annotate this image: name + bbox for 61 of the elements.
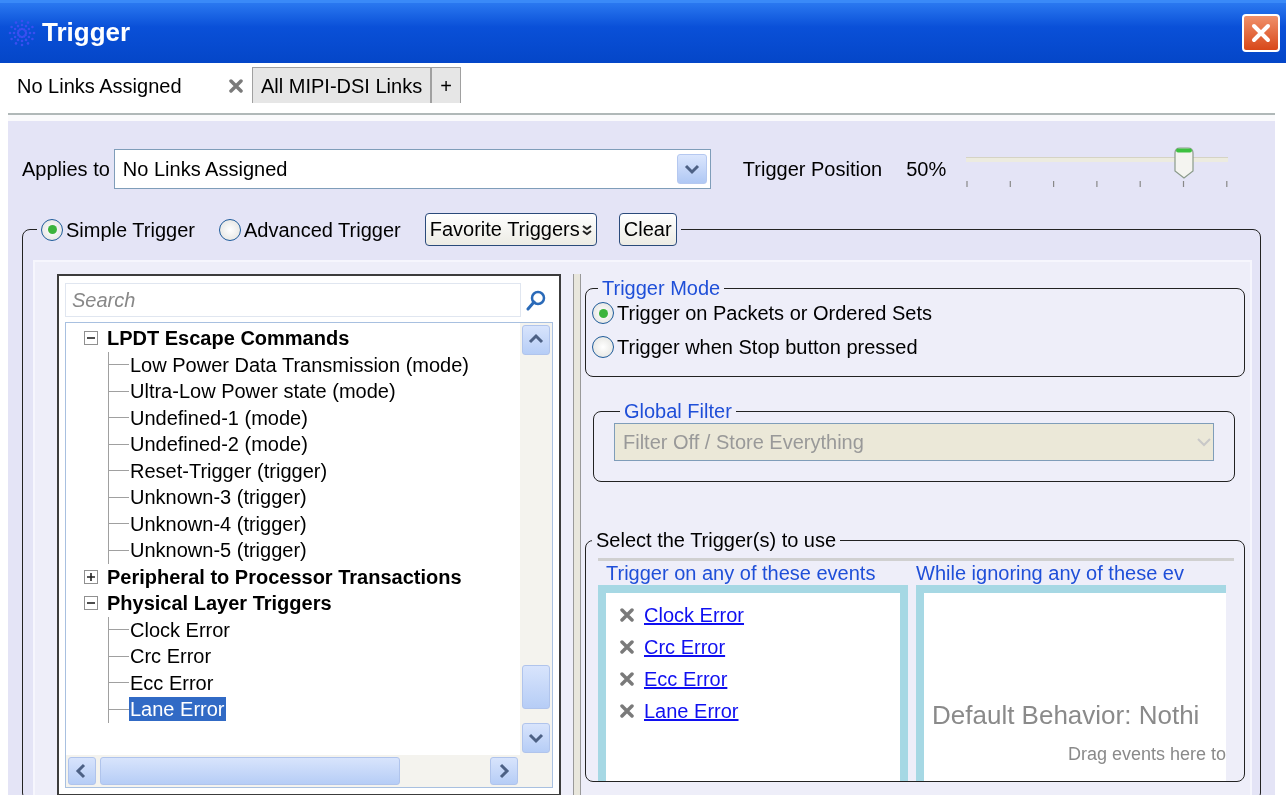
drag-hint: Drag events here to bbox=[1066, 742, 1226, 766]
tree-group[interactable]: Physical Layer Triggers bbox=[107, 590, 332, 617]
tree-group[interactable]: LPDT Escape Commands bbox=[107, 325, 350, 352]
window-title: Trigger bbox=[42, 16, 131, 50]
tree-item[interactable]: Crc Error bbox=[129, 644, 213, 669]
tree-item[interactable]: Low Power Data Transmission (mode) bbox=[129, 352, 470, 377]
default-behavior-message: Default Behavior: Nothi bbox=[932, 699, 1201, 732]
remove-icon[interactable] bbox=[620, 704, 634, 718]
group-title: Trigger Mode bbox=[601, 276, 722, 300]
tree-item[interactable]: Clock Error bbox=[129, 617, 231, 642]
panel-splitter[interactable] bbox=[573, 274, 581, 795]
collapse-icon[interactable] bbox=[84, 596, 98, 611]
close-button[interactable] bbox=[1242, 14, 1280, 52]
tree-item[interactable]: Undefined-1 (mode) bbox=[129, 405, 309, 430]
event-link[interactable]: Ecc Error bbox=[644, 666, 728, 692]
column-header: Trigger on any of these events bbox=[605, 561, 877, 585]
applies-to-dropdown[interactable]: No Links Assigned bbox=[113, 149, 711, 189]
trigger-mode-radio[interactable]: Trigger on Packets or Ordered Sets bbox=[592, 300, 1244, 326]
event-link[interactable]: Lane Error bbox=[644, 698, 739, 724]
tree-item[interactable]: Unknown-3 (trigger) bbox=[129, 485, 308, 510]
tree-item[interactable]: Ecc Error bbox=[129, 670, 215, 695]
clear-button[interactable]: Clear bbox=[618, 213, 677, 246]
favorite-triggers-button[interactable]: Favorite Triggers bbox=[424, 213, 597, 246]
scroll-right-button[interactable] bbox=[490, 757, 518, 785]
trigger-mode-radio[interactable]: Trigger when Stop button pressed bbox=[592, 334, 1244, 360]
trigger-position-value: 50% bbox=[906, 157, 947, 182]
tree-item[interactable]: Reset-Trigger (trigger) bbox=[129, 458, 329, 483]
group-title: Select the Trigger(s) to use bbox=[595, 528, 838, 552]
trigger-type-radio[interactable]: Advanced Trigger bbox=[218, 217, 401, 242]
scrollbar-thumb[interactable] bbox=[522, 665, 550, 709]
column-header: While ignoring any of these ev bbox=[916, 561, 1185, 585]
trigger-position-label: Trigger Position bbox=[741, 157, 883, 182]
tree-item[interactable]: Lane Error bbox=[129, 697, 226, 722]
expand-icon[interactable] bbox=[84, 569, 98, 584]
tree-item[interactable]: Undefined-2 (mode) bbox=[129, 432, 309, 457]
tab[interactable]: + bbox=[431, 67, 461, 103]
close-tab-icon[interactable] bbox=[229, 78, 243, 93]
scroll-up-button[interactable] bbox=[522, 325, 550, 355]
starburst-logo-icon bbox=[8, 19, 36, 47]
scroll-down-button[interactable] bbox=[522, 723, 550, 753]
close-icon bbox=[1249, 21, 1273, 45]
tree-group[interactable]: Peripheral to Processor Transactions bbox=[107, 563, 462, 590]
double-chevron-icon bbox=[581, 223, 592, 236]
tab[interactable]: All MIPI-DSI Links bbox=[252, 67, 432, 103]
search-field[interactable]: Search bbox=[65, 283, 521, 317]
tree-item[interactable]: Ultra-Low Power state (mode) bbox=[129, 379, 397, 404]
event-link[interactable]: Crc Error bbox=[644, 634, 726, 660]
applies-to-label: Applies to bbox=[22, 157, 110, 182]
slider-thumb[interactable] bbox=[1172, 147, 1195, 179]
scrollbar-thumb[interactable] bbox=[100, 757, 400, 785]
tree-item[interactable]: Unknown-5 (trigger) bbox=[129, 538, 308, 563]
remove-icon[interactable] bbox=[620, 608, 634, 622]
search-icon[interactable] bbox=[525, 289, 547, 311]
remove-icon[interactable] bbox=[620, 672, 634, 686]
event-link[interactable]: Clock Error bbox=[644, 602, 744, 628]
remove-icon[interactable] bbox=[620, 640, 634, 654]
scroll-left-button[interactable] bbox=[68, 757, 96, 785]
trigger-type-radio[interactable]: Simple Trigger bbox=[41, 217, 195, 242]
tree-item[interactable]: Unknown-4 (trigger) bbox=[129, 511, 308, 536]
group-title: Global Filter bbox=[623, 399, 733, 423]
collapse-icon[interactable] bbox=[84, 331, 98, 346]
